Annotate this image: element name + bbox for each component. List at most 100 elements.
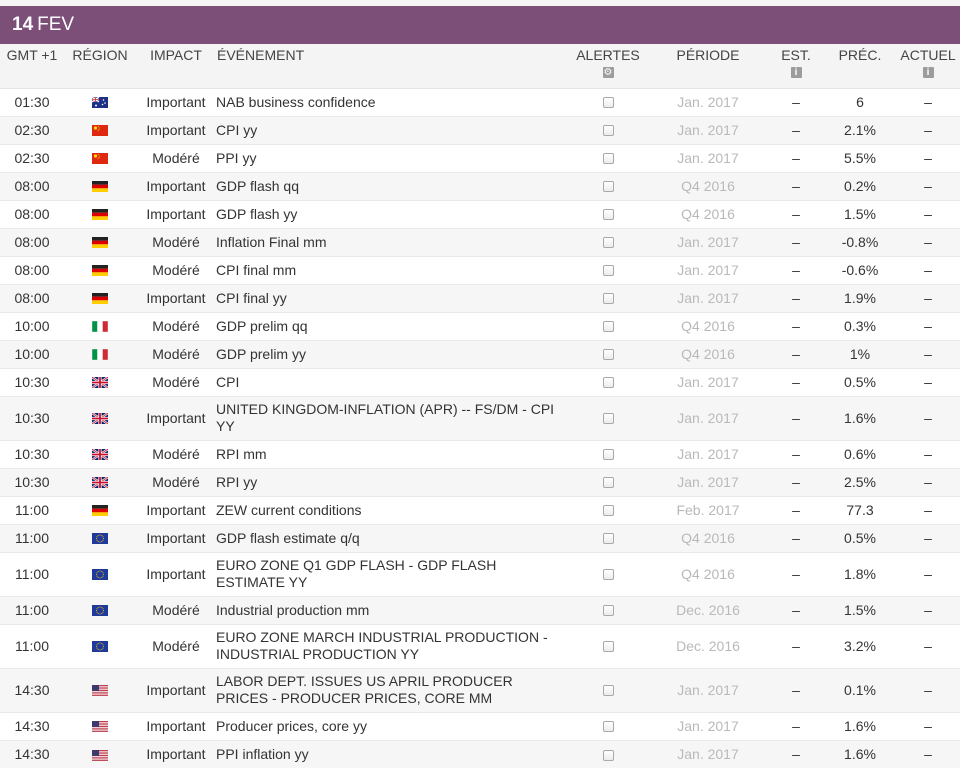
- col-header-actual[interactable]: ACTUEL i: [896, 44, 960, 89]
- table-row[interactable]: 02:30 Important CPI yy Jan. 2017–2.1% –: [0, 115, 960, 144]
- event-period: Jan. 2017: [648, 395, 768, 440]
- alert-checkbox[interactable]: [602, 721, 614, 733]
- table-row[interactable]: 10:30 Important UNITED KINGDOM-INFLATION (…: [0, 395, 960, 440]
- alert-checkbox[interactable]: [602, 181, 614, 193]
- alert-checkbox[interactable]: [602, 349, 614, 361]
- table-row[interactable]: 10:30 Modéré RPI yy Jan. 2017–2.5% –: [0, 467, 960, 496]
- event-name[interactable]: RPI yy: [216, 467, 568, 496]
- alert-checkbox[interactable]: [602, 377, 614, 389]
- event-name[interactable]: GDP flash estimate q/q: [216, 523, 568, 552]
- alert-checkbox[interactable]: [602, 641, 614, 653]
- event-name[interactable]: Industrial production mm: [216, 595, 568, 624]
- event-name[interactable]: Inflation Final mm: [216, 227, 568, 256]
- info-icon[interactable]: i: [790, 67, 802, 78]
- event-impact: Important: [136, 199, 216, 228]
- col-header-prev[interactable]: PRÉC.: [824, 44, 896, 89]
- de-flag-icon: [92, 505, 108, 517]
- event-actual: –: [896, 143, 960, 172]
- event-name[interactable]: CPI final yy: [216, 283, 568, 312]
- event-period: Dec. 2016: [648, 595, 768, 624]
- event-time: 11:00: [0, 595, 64, 624]
- alert-cell: [568, 199, 648, 228]
- table-row[interactable]: 11:00 Important GDP flash estimate q/q Q4 2…: [0, 523, 960, 552]
- event-name[interactable]: CPI final mm: [216, 255, 568, 284]
- event-name[interactable]: NAB business confidence: [216, 87, 568, 116]
- alert-checkbox[interactable]: [602, 265, 614, 277]
- event-name[interactable]: PPI inflation yy: [216, 739, 568, 768]
- col-header-impact[interactable]: IMPACT: [136, 44, 216, 89]
- alert-checkbox[interactable]: [602, 209, 614, 221]
- table-row[interactable]: 11:00 Modéré EURO ZONE MARCH INDUSTRIAL PR…: [0, 623, 960, 668]
- event-name[interactable]: GDP flash yy: [216, 199, 568, 228]
- table-row[interactable]: 11:00 Important ZEW current conditions Feb.…: [0, 495, 960, 524]
- event-name[interactable]: CPI: [216, 367, 568, 396]
- region-cell: [64, 467, 136, 496]
- alert-checkbox[interactable]: [602, 685, 614, 697]
- col-header-est[interactable]: EST. i: [768, 44, 824, 89]
- table-row[interactable]: 08:00 Important GDP flash qq Q4 2016–0.2% –: [0, 171, 960, 200]
- alert-checkbox[interactable]: [602, 569, 614, 581]
- event-time: 08:00: [0, 199, 64, 228]
- alert-checkbox[interactable]: [602, 505, 614, 517]
- alert-checkbox[interactable]: [602, 293, 614, 305]
- table-row[interactable]: 11:00 Important EURO ZONE Q1 GDP FLASH - G…: [0, 551, 960, 596]
- event-name[interactable]: UNITED KINGDOM-INFLATION (APR) -- FS/DM …: [216, 395, 568, 440]
- table-row[interactable]: 02:30 Modéré PPI yy Jan. 2017–5.5% –: [0, 143, 960, 172]
- event-name[interactable]: GDP prelim qq: [216, 311, 568, 340]
- table-row[interactable]: 08:00 Modéré CPI final mm Jan. 2017– -0.6% –: [0, 255, 960, 284]
- event-impact: Modéré: [136, 367, 216, 396]
- alert-checkbox[interactable]: [602, 413, 614, 425]
- table-row[interactable]: 08:00 Important GDP flash yy Q4 2016–1.5% –: [0, 199, 960, 228]
- event-name[interactable]: EURO ZONE MARCH INDUSTRIAL PRODUCTION - …: [216, 623, 568, 668]
- col-header-time[interactable]: GMT +1: [0, 44, 64, 89]
- alert-checkbox[interactable]: [602, 605, 614, 617]
- alert-cell: [568, 143, 648, 172]
- event-name[interactable]: LABOR DEPT. ISSUES US APRIL PRODUCER PRI…: [216, 667, 568, 712]
- event-impact: Modéré: [136, 255, 216, 284]
- event-name[interactable]: ZEW current conditions: [216, 495, 568, 524]
- event-name[interactable]: Producer prices, core yy: [216, 711, 568, 740]
- col-header-period[interactable]: PÉRIODE: [648, 44, 768, 89]
- event-estimate: –: [768, 395, 824, 440]
- table-row[interactable]: 14:30 Important LABOR DEPT. ISSUES US APRI…: [0, 667, 960, 712]
- alert-checkbox[interactable]: [602, 533, 614, 545]
- table-row[interactable]: 10:30 Modéré CPI Jan. 2017–0.5% –: [0, 367, 960, 396]
- region-cell: [64, 87, 136, 116]
- event-period: Jan. 2017: [648, 255, 768, 284]
- col-header-event[interactable]: ÉVÉNEMENT: [216, 44, 568, 89]
- alert-checkbox[interactable]: [602, 321, 614, 333]
- event-name[interactable]: GDP flash qq: [216, 171, 568, 200]
- event-name[interactable]: EURO ZONE Q1 GDP FLASH - GDP FLASH ESTIM…: [216, 551, 568, 596]
- alert-checkbox[interactable]: [602, 97, 614, 109]
- event-name[interactable]: GDP prelim yy: [216, 339, 568, 368]
- info-icon[interactable]: i: [922, 67, 934, 78]
- event-previous: -0.8%: [824, 227, 896, 256]
- event-period: Jan. 2017: [648, 711, 768, 740]
- event-period: Jan. 2017: [648, 467, 768, 496]
- table-row[interactable]: 10:00 Modéré GDP prelim qq Q4 2016–0.3% –: [0, 311, 960, 340]
- alert-checkbox[interactable]: [602, 477, 614, 489]
- table-row[interactable]: 14:30 Important Producer prices, core yy Ja…: [0, 711, 960, 740]
- col-header-region[interactable]: RÉGION: [64, 44, 136, 89]
- table-row[interactable]: 14:30 Important PPI inflation yy Jan. 2017–…: [0, 739, 960, 768]
- event-time: 01:30: [0, 87, 64, 116]
- alert-checkbox[interactable]: [602, 125, 614, 137]
- table-row[interactable]: 10:30 Modéré RPI mm Jan. 2017–0.6% –: [0, 439, 960, 468]
- event-name[interactable]: RPI mm: [216, 439, 568, 468]
- table-row[interactable]: 08:00 Important CPI final yy Jan. 2017–1.9%…: [0, 283, 960, 312]
- alert-checkbox[interactable]: [602, 449, 614, 461]
- alert-checkbox[interactable]: [602, 153, 614, 165]
- table-row[interactable]: 10:00 Modéré GDP prelim yy Q4 2016–1% –: [0, 339, 960, 368]
- event-name[interactable]: PPI yy: [216, 143, 568, 172]
- gear-icon[interactable]: ⚙: [602, 67, 614, 78]
- alert-checkbox[interactable]: [602, 749, 614, 761]
- event-name[interactable]: CPI yy: [216, 115, 568, 144]
- alert-cell: [568, 227, 648, 256]
- event-previous: 1.5%: [824, 595, 896, 624]
- col-header-alerts[interactable]: ALERTES ⚙: [568, 44, 648, 89]
- events-body: 01:30 Important NAB business confidence Jan…: [0, 87, 960, 768]
- table-row[interactable]: 01:30 Important NAB business confidence Jan…: [0, 87, 960, 116]
- alert-checkbox[interactable]: [602, 237, 614, 249]
- table-row[interactable]: 11:00 Modéré Industrial production mm Dec. …: [0, 595, 960, 624]
- table-row[interactable]: 08:00 Modéré Inflation Final mm Jan. 2017– -…: [0, 227, 960, 256]
